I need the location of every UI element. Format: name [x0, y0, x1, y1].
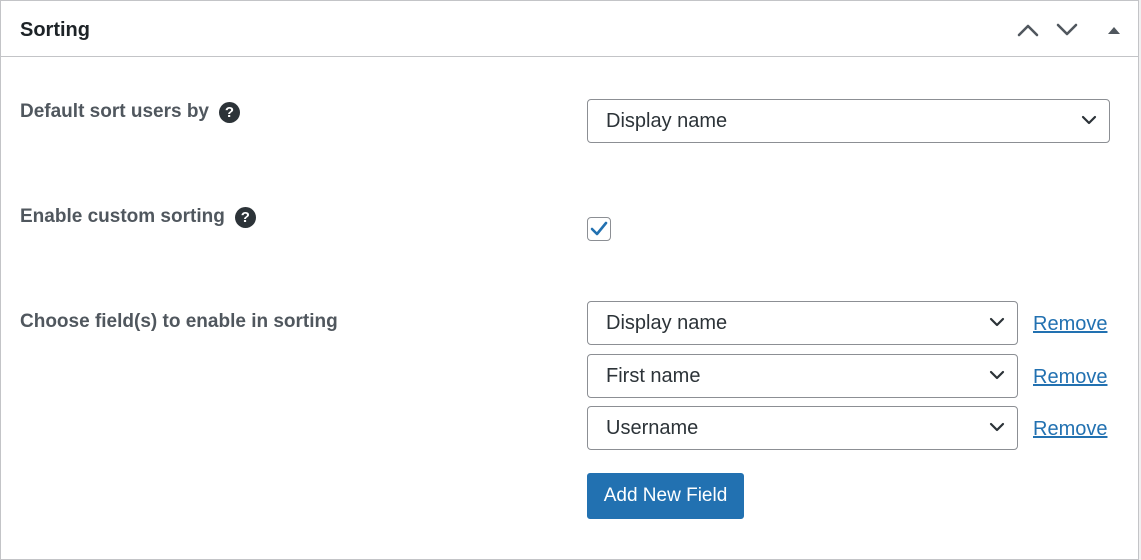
chevron-down-icon: [1081, 115, 1097, 125]
chevron-down-icon: [1056, 23, 1078, 36]
sort-field-select-1[interactable]: Display name: [587, 301, 1018, 345]
sort-field-select-value: Display name: [606, 311, 728, 334]
help-icon[interactable]: ?: [219, 101, 240, 123]
panel-header: Sorting: [1, 1, 1138, 57]
sorting-panel: Sorting Default sort users by ? Display …: [0, 0, 1139, 560]
panel-title: Sorting: [20, 19, 90, 41]
sort-field-select-3[interactable]: Username: [587, 406, 1018, 450]
default-sort-label-text: Default sort users by: [20, 101, 209, 122]
remove-field-link-2[interactable]: Remove: [1033, 366, 1107, 389]
custom-sorting-label-text: Enable custom sorting: [20, 206, 225, 227]
triangle-up-icon: [1108, 27, 1120, 34]
remove-field-link-3[interactable]: Remove: [1033, 418, 1107, 441]
chevron-down-icon: [989, 422, 1005, 432]
custom-sorting-label: Enable custom sorting ?: [20, 206, 256, 228]
move-down-button[interactable]: [1050, 13, 1084, 47]
move-up-button[interactable]: [1011, 13, 1045, 47]
sort-field-select-2[interactable]: First name: [587, 354, 1018, 398]
toggle-panel-button[interactable]: [1097, 13, 1131, 47]
remove-field-link-1[interactable]: Remove: [1033, 313, 1107, 336]
sort-field-select-value: First name: [606, 364, 701, 387]
sort-fields-label: Choose field(s) to enable in sorting: [20, 311, 338, 333]
add-new-field-button[interactable]: Add New Field: [587, 473, 744, 519]
chevron-down-icon: [989, 370, 1005, 380]
default-sort-select-value: Display name: [606, 109, 728, 132]
chevron-down-icon: [989, 317, 1005, 327]
chevron-up-icon: [1017, 24, 1039, 37]
default-sort-select[interactable]: Display name: [587, 99, 1110, 143]
custom-sorting-checkbox[interactable]: [587, 217, 611, 241]
sort-fields-label-text: Choose field(s) to enable in sorting: [20, 311, 338, 332]
help-icon[interactable]: ?: [234, 206, 256, 228]
default-sort-label: Default sort users by ?: [20, 101, 240, 123]
sort-field-select-value: Username: [606, 416, 699, 439]
checkmark-icon: [590, 221, 608, 236]
